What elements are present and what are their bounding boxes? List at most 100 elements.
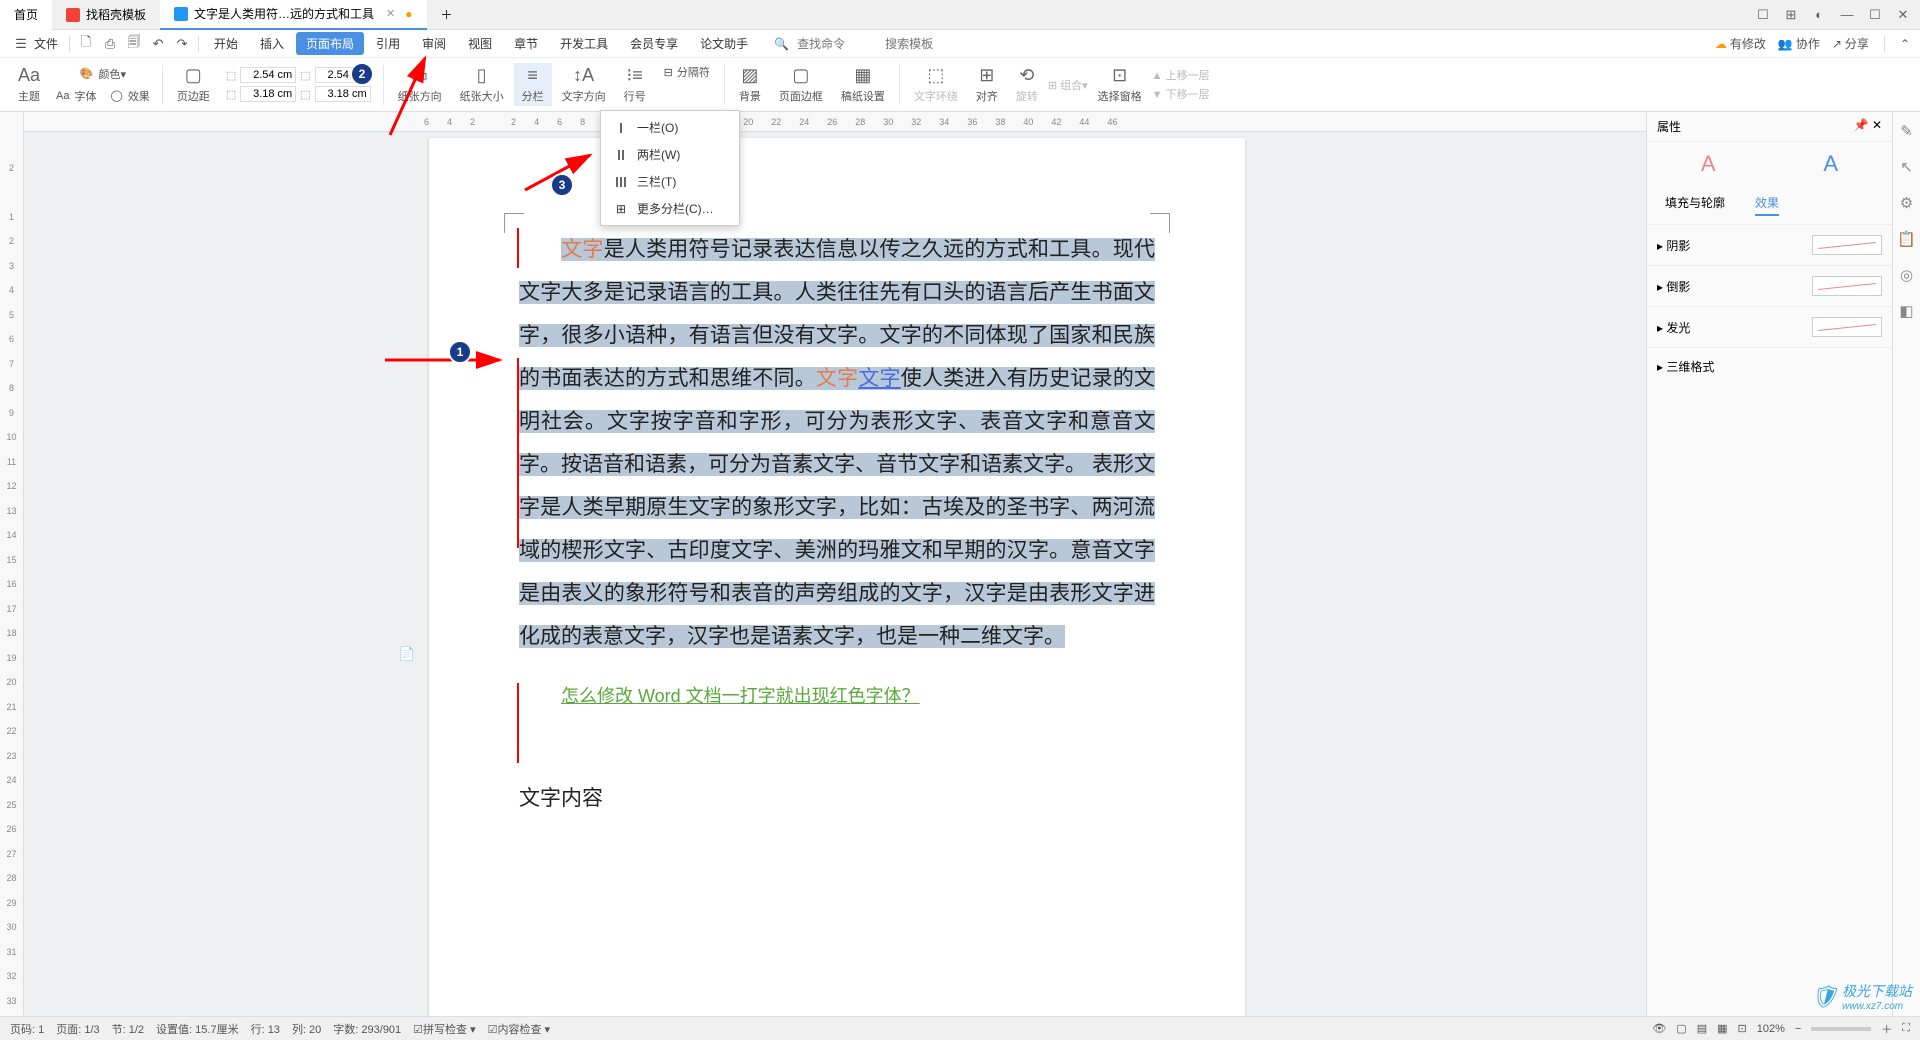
- sel-pane-button[interactable]: ⊡选择窗格: [1090, 63, 1150, 106]
- close-window-icon[interactable]: ✕: [1896, 8, 1910, 22]
- column-two[interactable]: 两栏(W): [601, 141, 739, 168]
- menu-icon[interactable]: ☰: [10, 33, 32, 55]
- layout-side-icon[interactable]: ◧: [1898, 302, 1916, 320]
- pencil-icon[interactable]: ✎: [1898, 122, 1916, 140]
- document-page[interactable]: 文字是人类用符号记录表达信息以传之久远的方式和工具。现代文字大多是记录语言的工具…: [429, 138, 1245, 1016]
- status-pageno[interactable]: 页码: 1: [10, 1021, 44, 1037]
- tab-pagelayout[interactable]: 页面布局: [296, 32, 364, 55]
- pin-icon[interactable]: 📌: [1854, 118, 1869, 132]
- align-button[interactable]: ⊞对齐: [968, 63, 1006, 106]
- target-icon[interactable]: ◎: [1898, 266, 1916, 284]
- tab-home[interactable]: 首页: [0, 0, 52, 30]
- columns-button[interactable]: ≡分栏: [514, 63, 552, 106]
- margin-corner-tr: [1150, 213, 1170, 233]
- tab-paper[interactable]: 论文助手: [690, 32, 758, 55]
- font-button[interactable]: Aa字体: [50, 87, 102, 105]
- search-icon: 🔍: [774, 37, 789, 51]
- column-three[interactable]: 三栏(T): [601, 168, 739, 195]
- apps-icon[interactable]: ⊞: [1784, 8, 1798, 22]
- undo-icon[interactable]: ↶: [147, 33, 169, 55]
- zoom-out-icon[interactable]: −: [1795, 1023, 1801, 1035]
- color-button[interactable]: 🎨颜色▾: [50, 65, 156, 83]
- tab-close-icon[interactable]: ✕: [386, 7, 395, 20]
- collab-button[interactable]: 👥协作: [1778, 35, 1820, 52]
- paper-set-button[interactable]: ▦稿纸设置: [833, 63, 893, 106]
- margin-button[interactable]: ▢页边距: [169, 63, 218, 106]
- column-one[interactable]: 一栏(O): [601, 114, 739, 141]
- status-row: 行: 13: [251, 1021, 280, 1037]
- shadow-section[interactable]: ▸ 阴影: [1647, 224, 1892, 265]
- tab-view[interactable]: 视图: [458, 32, 502, 55]
- tab-start[interactable]: 开始: [204, 32, 248, 55]
- search-command-input[interactable]: [797, 37, 877, 51]
- 3d-section[interactable]: ▸ 三维格式: [1647, 347, 1892, 385]
- share-button[interactable]: ↗分享: [1832, 35, 1869, 52]
- group-button: ⊞ 组合▾: [1048, 77, 1088, 93]
- view-web-icon[interactable]: ▤: [1697, 1022, 1707, 1035]
- fill-outline-tab[interactable]: 填充与轮廓: [1665, 194, 1725, 216]
- margin-left-input[interactable]: [240, 86, 296, 102]
- border-button[interactable]: ▢页面边框: [771, 63, 831, 106]
- horizontal-ruler: 6422468101214161820222426283032343638404…: [24, 112, 1646, 132]
- tab-insert[interactable]: 插入: [250, 32, 294, 55]
- expand-icon[interactable]: ⛶: [1902, 1022, 1910, 1035]
- print-icon[interactable]: ⎙: [99, 33, 121, 55]
- file-menu[interactable]: 文件: [34, 35, 58, 52]
- view-outline-icon[interactable]: ▦: [1717, 1022, 1727, 1035]
- preview-icon[interactable]: 🗐: [123, 33, 145, 55]
- column-more[interactable]: ⊞更多分栏(C)…: [601, 195, 739, 222]
- paper-size-button[interactable]: ▯纸张大小: [452, 63, 512, 106]
- zoom-in-icon[interactable]: ＋: [1881, 1021, 1892, 1037]
- margin-top-input[interactable]: [240, 67, 296, 83]
- layout-icon[interactable]: ☐: [1756, 8, 1770, 22]
- select-icon[interactable]: ↖: [1898, 158, 1916, 176]
- status-spell[interactable]: ☑拼写检查 ▾: [413, 1021, 475, 1037]
- paste-icon[interactable]: 📋: [1898, 230, 1916, 248]
- theme-button[interactable]: Aa主题: [10, 63, 48, 106]
- text-dir-button[interactable]: ↕A文字方向: [554, 63, 614, 106]
- workspace: 2123456789101112131415161718192021222324…: [0, 112, 1920, 1016]
- margin-right-input[interactable]: [315, 86, 371, 102]
- status-content[interactable]: ☑内容检查 ▾: [488, 1021, 550, 1037]
- tab-add[interactable]: ＋: [427, 0, 467, 30]
- glow-section[interactable]: ▸ 发光: [1647, 306, 1892, 347]
- paragraph: 文字内容: [519, 777, 1155, 819]
- paragraph-link[interactable]: 怎么修改 Word 文档一打字就出现红色字体？: [519, 674, 1155, 717]
- theme-icon[interactable]: ◐: [1812, 8, 1826, 22]
- titlebar: 首页 找稻壳模板 文字是人类用符…远的方式和工具✕● ＋ ☐ ⊞ ◐ — ☐ ✕: [0, 0, 1920, 30]
- status-page[interactable]: 页面: 1/3: [56, 1021, 99, 1037]
- status-words[interactable]: 字数: 293/901: [333, 1021, 401, 1037]
- minimize-icon[interactable]: —: [1840, 8, 1854, 22]
- tab-templates[interactable]: 找稻壳模板: [52, 0, 160, 30]
- tab-document[interactable]: 文字是人类用符…远的方式和工具✕●: [160, 0, 426, 30]
- close-panel-icon[interactable]: ✕: [1872, 118, 1882, 132]
- main-area: 6422468101214161820222426283032343638404…: [24, 112, 1646, 1016]
- insert-icon[interactable]: 📄: [397, 644, 417, 664]
- zoom-value[interactable]: 102%: [1757, 1023, 1785, 1035]
- collapse-icon[interactable]: ⌃: [1900, 37, 1910, 51]
- eye-icon[interactable]: 👁: [1652, 1022, 1666, 1035]
- maximize-icon[interactable]: ☐: [1868, 8, 1882, 22]
- tab-member[interactable]: 会员专享: [620, 32, 688, 55]
- view-print-icon[interactable]: ▢: [1676, 1022, 1686, 1035]
- line-num-button[interactable]: ⁝≡行号: [616, 63, 654, 106]
- reflect-section[interactable]: ▸ 倒影: [1647, 265, 1892, 306]
- redo-icon[interactable]: ↷: [171, 33, 193, 55]
- down-button: ▼ 下移一层: [1152, 86, 1210, 102]
- tab-section[interactable]: 章节: [504, 32, 548, 55]
- new-icon[interactable]: 🗋: [75, 33, 97, 55]
- tab-devtools[interactable]: 开发工具: [550, 32, 618, 55]
- text-effect-icon2[interactable]: A: [1813, 148, 1849, 180]
- breaks-button[interactable]: ⊟分隔符: [656, 62, 718, 82]
- fit-icon[interactable]: ⊡: [1738, 1022, 1747, 1035]
- zoom-slider[interactable]: [1811, 1027, 1871, 1031]
- has-edit-button[interactable]: ☁有修改: [1715, 35, 1766, 52]
- text-effect-icon[interactable]: A: [1690, 148, 1726, 180]
- bg-button[interactable]: ▨背景: [731, 63, 769, 106]
- settings-icon[interactable]: ⚙: [1898, 194, 1916, 212]
- properties-panel: 属性📌 ✕ A A 填充与轮廓 效果 ▸ 阴影 ▸ 倒影 ▸ 发光 ▸ 三维格式: [1646, 112, 1892, 1016]
- effect-tab[interactable]: 效果: [1755, 194, 1779, 216]
- search-template-input[interactable]: [885, 37, 965, 51]
- status-setval: 设置值: 15.7厘米: [156, 1021, 239, 1037]
- effect-button[interactable]: ◯效果: [105, 87, 156, 105]
